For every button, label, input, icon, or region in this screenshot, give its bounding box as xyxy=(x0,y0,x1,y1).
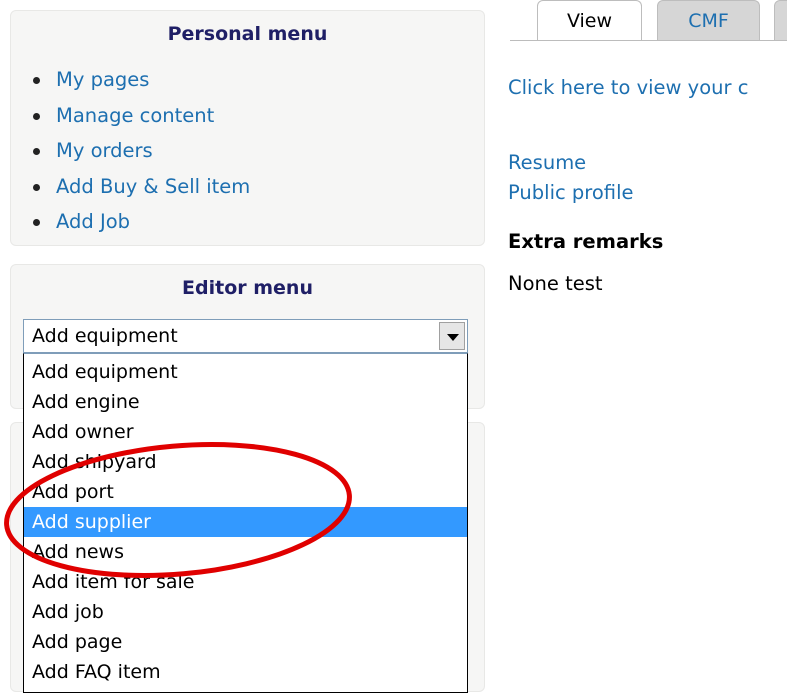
option-add-news[interactable]: Add news xyxy=(24,537,467,567)
editor-menu-dropdown: Add equipment Add engine Add owner Add s… xyxy=(23,353,468,693)
option-add-page[interactable]: Add page xyxy=(24,627,467,657)
bullet-icon xyxy=(33,148,40,155)
option-add-job[interactable]: Add job xyxy=(24,597,467,627)
tab-bar-divider xyxy=(510,40,787,41)
extra-remarks-value: None test xyxy=(508,272,603,295)
tab-more[interactable] xyxy=(774,0,787,40)
chevron-down-icon[interactable] xyxy=(439,322,465,350)
bullet-icon xyxy=(33,112,40,120)
option-add-owner[interactable]: Add owner xyxy=(24,417,467,447)
bullet-icon xyxy=(33,77,40,84)
personal-menu-title: Personal menu xyxy=(167,23,328,45)
public-profile-link[interactable]: Public profile xyxy=(508,181,634,204)
menu-item-my-orders[interactable]: My orders xyxy=(33,140,250,176)
view-profile-link[interactable]: Click here to view your c xyxy=(508,76,748,99)
select-value: Add equipment xyxy=(32,325,178,347)
option-add-port[interactable]: Add port xyxy=(24,477,467,507)
menu-item-add-buy-sell[interactable]: Add Buy & Sell item xyxy=(33,175,250,212)
editor-menu-select[interactable]: Add equipment xyxy=(23,319,468,353)
editor-menu-title: Editor menu xyxy=(182,277,313,299)
option-add-shipyard[interactable]: Add shipyard xyxy=(24,447,467,477)
option-add-supplier[interactable]: Add supplier xyxy=(24,507,467,537)
option-add-equipment[interactable]: Add equipment xyxy=(24,357,467,387)
option-add-faq-item[interactable]: Add FAQ item xyxy=(24,657,467,687)
personal-menu-list: My pages Manage content My orders Add Bu… xyxy=(33,69,250,247)
bullet-icon xyxy=(33,183,40,191)
tab-view[interactable]: View xyxy=(537,0,642,40)
option-add-item-for-sale[interactable]: Add item for sale xyxy=(24,567,467,597)
resume-link[interactable]: Resume xyxy=(508,151,586,174)
personal-menu-block: Personal menu My pages Manage content My… xyxy=(10,10,485,246)
menu-item-add-job[interactable]: Add Job xyxy=(33,211,250,247)
option-add-engine[interactable]: Add engine xyxy=(24,387,467,417)
bullet-icon xyxy=(33,219,40,226)
menu-item-manage-content[interactable]: Manage content xyxy=(33,104,250,141)
extra-remarks-heading: Extra remarks xyxy=(508,230,664,253)
tab-cmf[interactable]: CMF xyxy=(657,0,760,40)
menu-item-my-pages[interactable]: My pages xyxy=(33,69,250,105)
